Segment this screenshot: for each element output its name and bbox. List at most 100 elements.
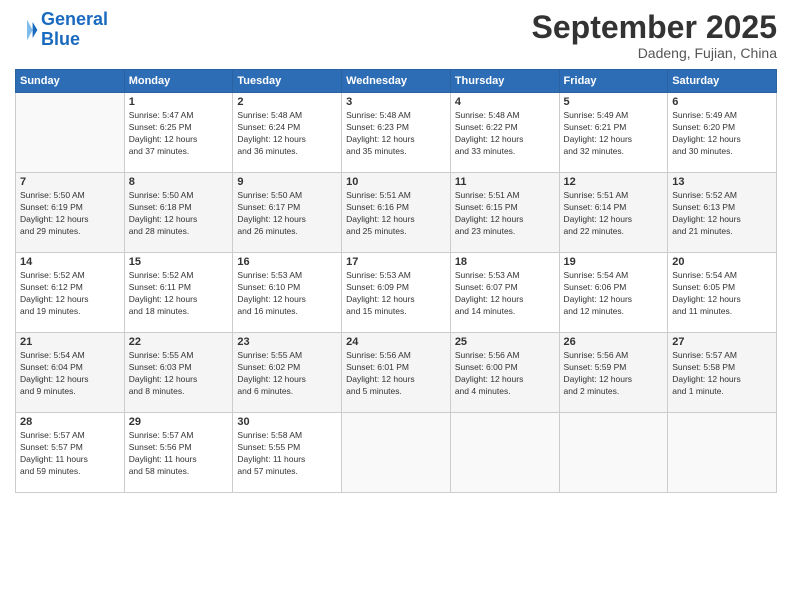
- calendar-cell: 10 Sunrise: 5:51 AM Sunset: 6:16 PM Dayli…: [342, 173, 451, 253]
- calendar-cell: 17 Sunrise: 5:53 AM Sunset: 6:09 PM Dayli…: [342, 253, 451, 333]
- day-number: 25: [455, 336, 555, 348]
- day-info: Sunrise: 5:57 AM Sunset: 5:56 PM Dayligh…: [129, 430, 229, 478]
- day-info: Sunrise: 5:53 AM Sunset: 6:07 PM Dayligh…: [455, 270, 555, 318]
- day-info: Sunrise: 5:53 AM Sunset: 6:09 PM Dayligh…: [346, 270, 446, 318]
- day-info: Sunrise: 5:49 AM Sunset: 6:21 PM Dayligh…: [564, 110, 664, 158]
- calendar-cell: 8 Sunrise: 5:50 AM Sunset: 6:18 PM Daylig…: [124, 173, 233, 253]
- calendar-cell: 3Sunrise: 5:48 AM Sunset: 6:23 PM Daylig…: [342, 93, 451, 173]
- day-info: Sunrise: 5:57 AM Sunset: 5:57 PM Dayligh…: [20, 430, 120, 478]
- calendar-cell: [668, 413, 777, 493]
- day-info: Sunrise: 5:47 AM Sunset: 6:25 PM Dayligh…: [129, 110, 229, 158]
- calendar-cell: 26 Sunrise: 5:56 AM Sunset: 5:59 PM Dayli…: [559, 333, 668, 413]
- day-info: Sunrise: 5:52 AM Sunset: 6:11 PM Dayligh…: [129, 270, 229, 318]
- day-info: Sunrise: 5:51 AM Sunset: 6:14 PM Dayligh…: [564, 190, 664, 238]
- calendar-cell: [16, 93, 125, 173]
- dow-header-monday: Monday: [124, 70, 233, 93]
- day-info: Sunrise: 5:50 AM Sunset: 6:17 PM Dayligh…: [237, 190, 337, 238]
- calendar-cell: 19 Sunrise: 5:54 AM Sunset: 6:06 PM Dayli…: [559, 253, 668, 333]
- month-title: September 2025: [532, 10, 777, 45]
- day-number: 15: [129, 256, 229, 268]
- day-number: 26: [564, 336, 664, 348]
- day-info: Sunrise: 5:56 AM Sunset: 6:01 PM Dayligh…: [346, 350, 446, 398]
- day-info: Sunrise: 5:54 AM Sunset: 6:04 PM Dayligh…: [20, 350, 120, 398]
- calendar-cell: [342, 413, 451, 493]
- day-info: Sunrise: 5:57 AM Sunset: 5:58 PM Dayligh…: [672, 350, 772, 398]
- logo: General Blue: [15, 10, 108, 50]
- calendar-cell: 30Sunrise: 5:58 AM Sunset: 5:55 PM Dayli…: [233, 413, 342, 493]
- day-number: 5: [564, 96, 664, 108]
- location-subtitle: Dadeng, Fujian, China: [532, 45, 777, 61]
- day-info: Sunrise: 5:51 AM Sunset: 6:16 PM Dayligh…: [346, 190, 446, 238]
- day-info: Sunrise: 5:55 AM Sunset: 6:02 PM Dayligh…: [237, 350, 337, 398]
- calendar-cell: 1 Sunrise: 5:47 AM Sunset: 6:25 PM Daylig…: [124, 93, 233, 173]
- calendar-cell: 2Sunrise: 5:48 AM Sunset: 6:24 PM Daylig…: [233, 93, 342, 173]
- calendar-cell: 6 Sunrise: 5:49 AM Sunset: 6:20 PM Daylig…: [668, 93, 777, 173]
- calendar-cell: 15 Sunrise: 5:52 AM Sunset: 6:11 PM Dayli…: [124, 253, 233, 333]
- dow-header-saturday: Saturday: [668, 70, 777, 93]
- day-number: 1: [129, 96, 229, 108]
- day-number: 29: [129, 416, 229, 428]
- day-number: 10: [346, 176, 446, 188]
- day-info: Sunrise: 5:52 AM Sunset: 6:12 PM Dayligh…: [20, 270, 120, 318]
- calendar-cell: 24Sunrise: 5:56 AM Sunset: 6:01 PM Dayli…: [342, 333, 451, 413]
- day-info: Sunrise: 5:56 AM Sunset: 6:00 PM Dayligh…: [455, 350, 555, 398]
- calendar-cell: 16 Sunrise: 5:53 AM Sunset: 6:10 PM Dayli…: [233, 253, 342, 333]
- calendar-cell: 28 Sunrise: 5:57 AM Sunset: 5:57 PM Dayli…: [16, 413, 125, 493]
- day-number: 2: [237, 96, 337, 108]
- calendar-cell: 13 Sunrise: 5:52 AM Sunset: 6:13 PM Dayli…: [668, 173, 777, 253]
- day-info: Sunrise: 5:53 AM Sunset: 6:10 PM Dayligh…: [237, 270, 337, 318]
- day-number: 28: [20, 416, 120, 428]
- day-number: 7: [20, 176, 120, 188]
- calendar-cell: 14 Sunrise: 5:52 AM Sunset: 6:12 PM Dayli…: [16, 253, 125, 333]
- calendar-cell: 4 Sunrise: 5:48 AM Sunset: 6:22 PM Daylig…: [450, 93, 559, 173]
- day-number: 19: [564, 256, 664, 268]
- calendar-table: SundayMondayTuesdayWednesdayThursdayFrid…: [15, 69, 777, 493]
- page-header: General Blue September 2025 Dadeng, Fuji…: [15, 10, 777, 61]
- day-number: 16: [237, 256, 337, 268]
- day-number: 21: [20, 336, 120, 348]
- calendar-cell: 27 Sunrise: 5:57 AM Sunset: 5:58 PM Dayli…: [668, 333, 777, 413]
- day-info: Sunrise: 5:50 AM Sunset: 6:19 PM Dayligh…: [20, 190, 120, 238]
- calendar-cell: [559, 413, 668, 493]
- day-info: Sunrise: 5:48 AM Sunset: 6:23 PM Dayligh…: [346, 110, 446, 158]
- day-info: Sunrise: 5:48 AM Sunset: 6:22 PM Dayligh…: [455, 110, 555, 158]
- day-info: Sunrise: 5:50 AM Sunset: 6:18 PM Dayligh…: [129, 190, 229, 238]
- logo-general: General: [41, 9, 108, 29]
- day-info: Sunrise: 5:52 AM Sunset: 6:13 PM Dayligh…: [672, 190, 772, 238]
- calendar-cell: 7 Sunrise: 5:50 AM Sunset: 6:19 PM Daylig…: [16, 173, 125, 253]
- calendar-cell: 20Sunrise: 5:54 AM Sunset: 6:05 PM Dayli…: [668, 253, 777, 333]
- calendar-cell: 21 Sunrise: 5:54 AM Sunset: 6:04 PM Dayli…: [16, 333, 125, 413]
- title-block: September 2025 Dadeng, Fujian, China: [532, 10, 777, 61]
- day-info: Sunrise: 5:49 AM Sunset: 6:20 PM Dayligh…: [672, 110, 772, 158]
- day-number: 23: [237, 336, 337, 348]
- day-info: Sunrise: 5:58 AM Sunset: 5:55 PM Dayligh…: [237, 430, 337, 478]
- dow-header-tuesday: Tuesday: [233, 70, 342, 93]
- day-number: 17: [346, 256, 446, 268]
- day-number: 8: [129, 176, 229, 188]
- calendar-cell: 23 Sunrise: 5:55 AM Sunset: 6:02 PM Dayli…: [233, 333, 342, 413]
- day-number: 18: [455, 256, 555, 268]
- day-number: 27: [672, 336, 772, 348]
- calendar-cell: 29 Sunrise: 5:57 AM Sunset: 5:56 PM Dayli…: [124, 413, 233, 493]
- logo-blue: Blue: [41, 29, 80, 49]
- day-number: 13: [672, 176, 772, 188]
- day-number: 11: [455, 176, 555, 188]
- calendar-cell: 25 Sunrise: 5:56 AM Sunset: 6:00 PM Dayli…: [450, 333, 559, 413]
- day-info: Sunrise: 5:56 AM Sunset: 5:59 PM Dayligh…: [564, 350, 664, 398]
- day-info: Sunrise: 5:54 AM Sunset: 6:06 PM Dayligh…: [564, 270, 664, 318]
- calendar-cell: 11Sunrise: 5:51 AM Sunset: 6:15 PM Dayli…: [450, 173, 559, 253]
- day-number: 22: [129, 336, 229, 348]
- logo-icon: [15, 18, 39, 42]
- day-number: 4: [455, 96, 555, 108]
- day-info: Sunrise: 5:54 AM Sunset: 6:05 PM Dayligh…: [672, 270, 772, 318]
- calendar-cell: 5 Sunrise: 5:49 AM Sunset: 6:21 PM Daylig…: [559, 93, 668, 173]
- calendar-cell: 18 Sunrise: 5:53 AM Sunset: 6:07 PM Dayli…: [450, 253, 559, 333]
- calendar-cell: [450, 413, 559, 493]
- day-number: 6: [672, 96, 772, 108]
- calendar-cell: 9 Sunrise: 5:50 AM Sunset: 6:17 PM Daylig…: [233, 173, 342, 253]
- day-number: 9: [237, 176, 337, 188]
- day-number: 14: [20, 256, 120, 268]
- dow-header-thursday: Thursday: [450, 70, 559, 93]
- dow-header-sunday: Sunday: [16, 70, 125, 93]
- day-number: 12: [564, 176, 664, 188]
